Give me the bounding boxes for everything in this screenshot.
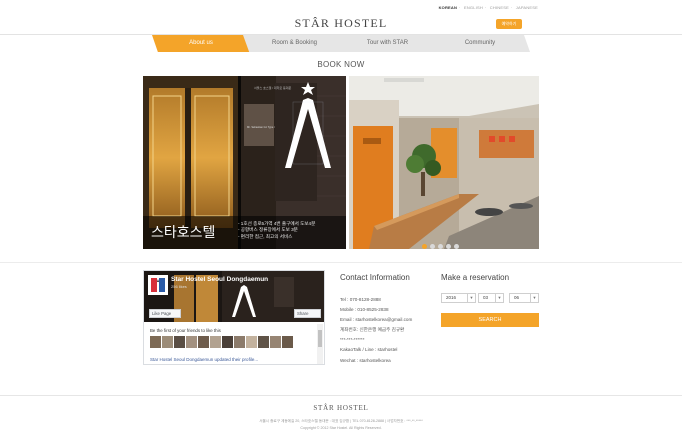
contact-email[interactable]: Email : starhostelkorea@gmail.com <box>340 315 412 325</box>
nav-tour-with-star[interactable]: Tour with STAR <box>338 35 437 52</box>
facebook-scrollbar[interactable] <box>317 324 323 364</box>
lang-korean[interactable]: KOREAN <box>439 5 458 10</box>
nav-community[interactable]: Community <box>430 35 530 52</box>
caption-title: 스타호스텔 <box>151 224 216 240</box>
avatar[interactable] <box>150 336 161 348</box>
avatar[interactable] <box>210 336 221 348</box>
contact-list: Tel : 070-8128-2888 Mobile : 010-8525-28… <box>340 295 412 366</box>
avatar[interactable] <box>162 336 173 348</box>
facebook-cover: Star Hostel Seoul Dongdaemun 256 likes L… <box>144 271 324 322</box>
slider-dot[interactable] <box>454 244 459 249</box>
chevron-down-icon: ▼ <box>495 294 503 302</box>
month-value: 03 <box>483 295 489 300</box>
lang-english[interactable]: ENGLISH <box>464 5 483 10</box>
slide-lobby-image <box>349 76 539 249</box>
facebook-like-button[interactable]: Like Page <box>149 309 181 318</box>
day-select[interactable]: 06 ▼ <box>509 293 539 303</box>
avatar[interactable] <box>282 336 293 348</box>
slider-dot[interactable] <box>422 244 427 249</box>
contact-account: ***-***-****** <box>340 337 365 343</box>
language-selector: KOREAN · ENGLISH · CHINESE · JAPANESE <box>438 5 538 10</box>
footer-copyright: Copyright © 2012 Star Hostel. All Rights… <box>300 426 382 430</box>
avatar[interactable] <box>174 336 185 348</box>
avatar[interactable] <box>222 336 233 348</box>
scrollbar-thumb[interactable] <box>318 330 322 347</box>
slider-dot[interactable] <box>446 244 451 249</box>
chevron-down-icon: ▼ <box>530 294 538 302</box>
facebook-friend-avatars <box>150 335 294 348</box>
facebook-page-name[interactable]: Star Hostel Seoul Dongdaemun <box>171 276 268 283</box>
main-nav: About us Room & Booking Tour with STAR C… <box>152 35 530 52</box>
avatar[interactable] <box>258 336 269 348</box>
slide-entrance-image: Mr. Sebastian Inc Type / Sungkin Apart 서… <box>143 76 346 249</box>
search-button[interactable]: SEARCH <box>441 313 539 327</box>
slide-caption: 스타호스텔 - 1호선 종로5가역 4번 출구에서 도보4분 - 공항버스 정류… <box>143 216 346 249</box>
footer-divider <box>0 395 682 396</box>
year-value: 2016 <box>446 295 457 300</box>
facebook-profile-thumbnail[interactable] <box>148 275 168 295</box>
facebook-page-widget: Star Hostel Seoul Dongdaemun 256 likes L… <box>143 270 325 365</box>
facebook-likes-count: 256 likes <box>171 284 187 289</box>
chevron-down-icon: ▼ <box>467 294 475 302</box>
avatar[interactable] <box>234 336 245 348</box>
contact-title: Contact Information <box>340 273 410 282</box>
book-now-link[interactable]: BOOK NOW <box>0 60 682 69</box>
lang-chinese[interactable]: CHINESE <box>490 5 509 10</box>
avatar[interactable] <box>198 336 209 348</box>
door-sign-text: 서울스 호스텔 / 대학로 동대문 <box>254 85 292 90</box>
site-logo[interactable]: STÂR HOSTEL <box>0 16 682 31</box>
nav-room-booking[interactable]: Room & Booking <box>243 35 346 52</box>
avatar[interactable] <box>246 336 257 348</box>
nav-about-us[interactable]: About us <box>152 35 250 52</box>
lang-japanese[interactable]: JAPANESE <box>516 5 538 10</box>
reserve-button[interactable]: 예약하기 <box>496 19 522 29</box>
caption-lines: - 1호선 종로5가역 4번 출구에서 도보4분 - 공항버스 정류장에서 도보… <box>238 221 315 240</box>
caption-line: - 편리한 접근, 최고의 서비스 <box>238 233 293 239</box>
footer-logo: STÂR HOSTEL <box>313 404 369 412</box>
facebook-friends-text: Be the first of your friends to like thi… <box>150 328 221 333</box>
facebook-like-label: Like Page <box>152 311 172 316</box>
slider-dot[interactable] <box>438 244 443 249</box>
day-value: 06 <box>514 295 520 300</box>
section-divider <box>0 262 682 263</box>
footer-address: 서울시 종로구 계동에길 20, 스타호스텔 동대문 : 대표 김규환 | TE… <box>259 419 423 423</box>
avatar[interactable] <box>186 336 197 348</box>
avatar[interactable] <box>270 336 281 348</box>
contact-wechat: Wechat : starhostelkorea <box>340 357 391 363</box>
hostel-logo-icon <box>149 276 167 294</box>
lobby-photo <box>349 76 539 249</box>
year-select[interactable]: 2016 ▼ <box>441 293 476 303</box>
facebook-share-label: Share <box>297 311 309 316</box>
contact-mobile: Mobile : 010-8525-2838 <box>340 307 389 313</box>
reservation-title: Make a reservation <box>441 273 510 282</box>
slider-dot[interactable] <box>430 244 435 249</box>
contact-bank: 계좌번호: 신한은행 예금주 김규환 <box>340 327 405 333</box>
contact-tel: Tel : 070-8128-2888 <box>340 297 381 302</box>
facebook-post-preview[interactable]: Star Hostel Seoul Dongdaemun updated the… <box>150 357 258 362</box>
contact-kakao: KakaoTalk / Line : starhostel <box>340 347 398 353</box>
month-select[interactable]: 03 ▼ <box>478 293 504 303</box>
slider-dots <box>422 236 462 249</box>
facebook-share-button[interactable]: Share <box>294 309 321 318</box>
